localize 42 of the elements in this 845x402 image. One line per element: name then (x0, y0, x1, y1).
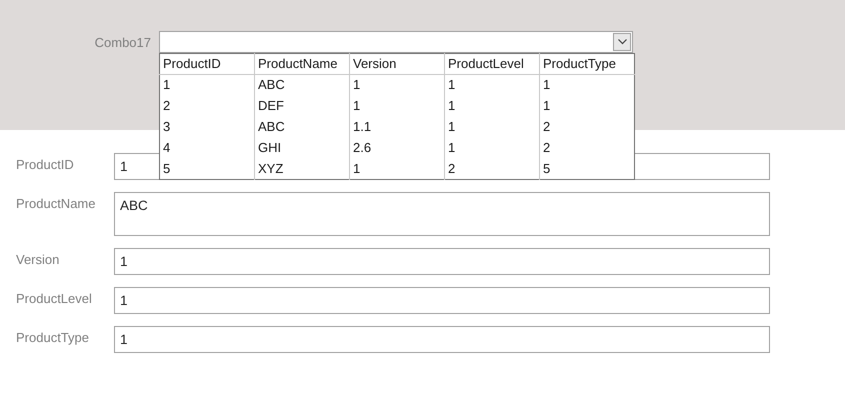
input-field[interactable]: 1 (114, 287, 770, 314)
list-cell[interactable]: 2 (540, 116, 634, 138)
list-cell[interactable]: 1 (540, 74, 634, 96)
list-cell[interactable]: ABC (254, 116, 350, 138)
field-label: ProductLevel (16, 290, 93, 308)
input-field[interactable]: 1 (114, 326, 770, 353)
list-cell[interactable]: 2.6 (350, 138, 444, 158)
list-cell[interactable]: 2 (160, 96, 254, 116)
column-header: ProductName (254, 54, 350, 74)
list-cell[interactable]: 1 (444, 96, 540, 116)
list-cell[interactable]: 3 (160, 116, 254, 138)
list-cell[interactable]: 2 (444, 158, 540, 180)
column-header: Version (350, 54, 444, 74)
column-header: ProductID (160, 54, 254, 74)
list-cell[interactable]: 1 (444, 116, 540, 138)
list-cell[interactable]: 1 (350, 158, 444, 180)
list-cell[interactable]: DEF (254, 96, 350, 116)
list-cell[interactable]: 4 (160, 138, 254, 158)
list-cell[interactable]: 1 (444, 138, 540, 158)
list-cell[interactable]: 1 (160, 74, 254, 96)
input-field[interactable]: ABC (114, 192, 770, 236)
list-cell[interactable]: ABC (254, 74, 350, 96)
column-header: ProductLevel (444, 54, 540, 74)
field-label: Version (16, 251, 60, 269)
list-cell[interactable]: GHI (254, 138, 350, 158)
input-field[interactable]: 1 (114, 248, 770, 275)
list-cell[interactable]: 1.1 (350, 116, 444, 138)
caret-icon (618, 39, 626, 45)
list-cell[interactable]: 1 (350, 74, 444, 96)
list-cell[interactable]: 1 (350, 96, 444, 116)
field-label: ProductType (16, 329, 90, 347)
list-cell[interactable]: 1 (444, 74, 540, 96)
combo-label: Combo17 (94, 34, 152, 52)
dropdown-button[interactable] (613, 33, 631, 51)
field-label: ProductName (16, 195, 96, 213)
list-cell[interactable]: XYZ (254, 158, 350, 180)
list-cell[interactable]: 1 (540, 96, 634, 116)
list-cell[interactable]: 5 (160, 158, 254, 180)
list-cell[interactable]: 2 (540, 138, 634, 158)
column-header: ProductType (540, 54, 634, 74)
field-label: ProductID (16, 156, 75, 174)
list-cell[interactable]: 5 (540, 158, 634, 180)
